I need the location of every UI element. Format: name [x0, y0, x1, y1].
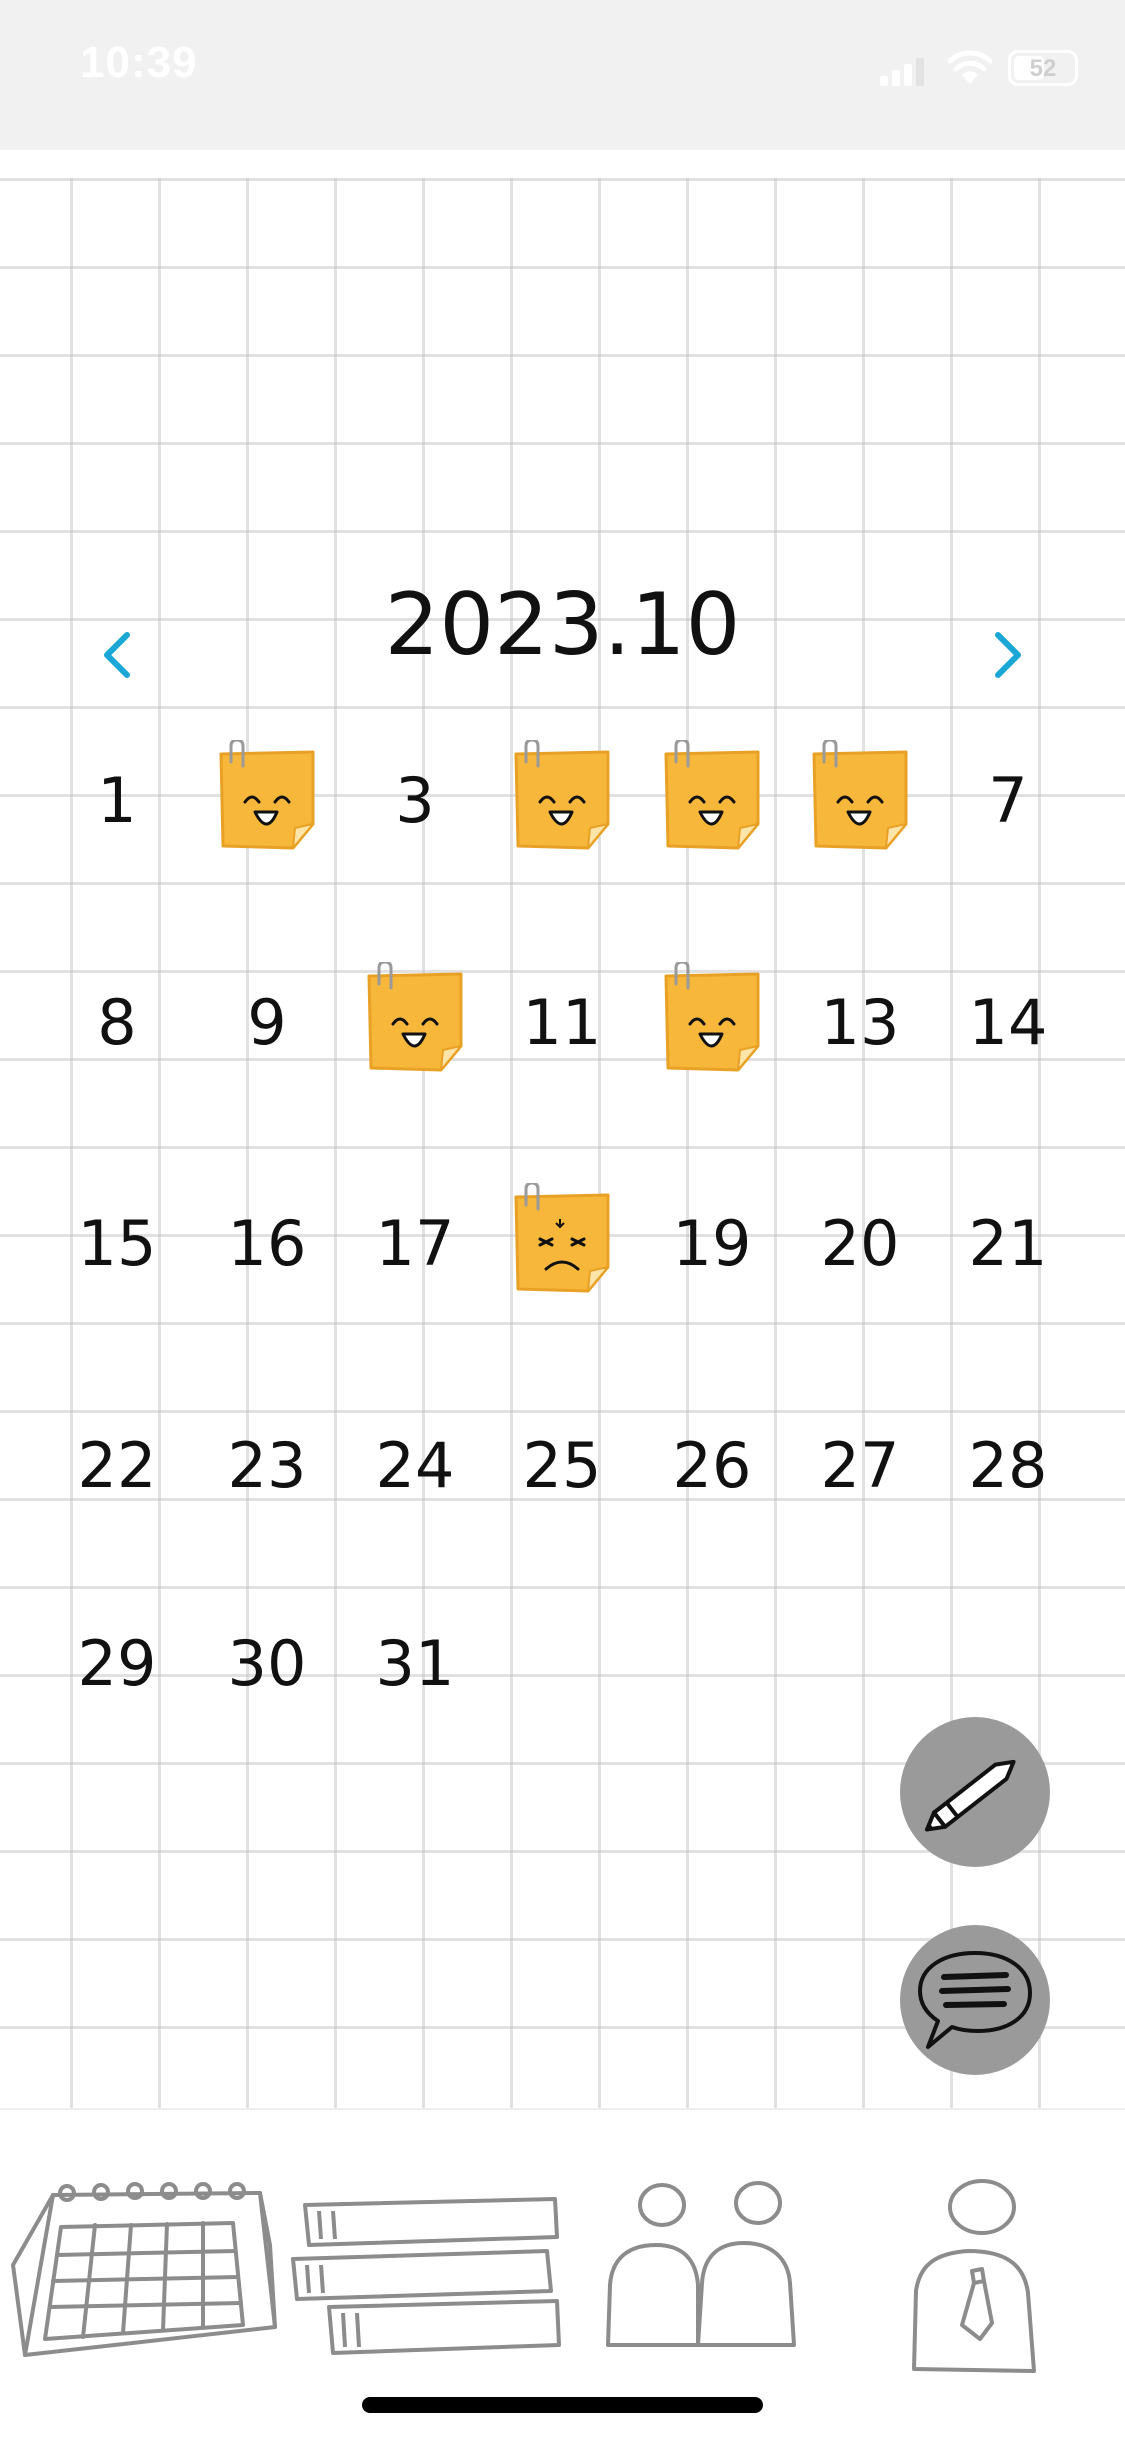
day-number: 28 — [968, 1428, 1048, 1502]
chat-button[interactable] — [900, 1925, 1050, 2075]
books-icon[interactable] — [285, 2175, 565, 2395]
signal-icon — [880, 58, 924, 86]
calendar-day[interactable]: 9 — [207, 962, 327, 1082]
home-indicator — [362, 2397, 763, 2413]
day-number: 24 — [375, 1428, 455, 1502]
calendar-day[interactable]: 21 — [948, 1183, 1068, 1303]
wifi-icon — [948, 50, 992, 84]
calendar-day[interactable]: 24 — [355, 1405, 475, 1525]
calendar-day[interactable] — [207, 740, 327, 860]
calendar-day[interactable] — [355, 962, 475, 1082]
speech-bubble-icon — [918, 1951, 1032, 2049]
calendar-day[interactable]: 1 — [57, 740, 177, 860]
calendar-day[interactable] — [652, 740, 772, 860]
month-title: 2023.10 — [384, 575, 741, 675]
day-number: 31 — [375, 1626, 455, 1700]
day-number: 20 — [820, 1206, 900, 1280]
calendar-day[interactable]: 27 — [800, 1405, 920, 1525]
calendar-day[interactable] — [800, 740, 920, 860]
calendar-day[interactable] — [502, 740, 622, 860]
calendar-icon[interactable] — [5, 2175, 280, 2395]
happy-mood-sticker-icon — [219, 740, 315, 850]
calendar-day[interactable]: 7 — [948, 740, 1068, 860]
day-number: 16 — [227, 1206, 307, 1280]
happy-mood-sticker-icon — [812, 740, 908, 850]
calendar-day[interactable]: 22 — [57, 1405, 177, 1525]
calendar-day[interactable]: 31 — [355, 1603, 475, 1723]
calendar-day[interactable]: 16 — [207, 1183, 327, 1303]
calendar-day[interactable]: 20 — [800, 1183, 920, 1303]
day-number: 3 — [395, 763, 435, 837]
calendar-day[interactable] — [502, 1183, 622, 1303]
day-number: 30 — [227, 1626, 307, 1700]
day-number: 15 — [77, 1206, 157, 1280]
happy-mood-sticker-icon — [664, 962, 760, 1072]
angry-mood-sticker-icon — [514, 1183, 610, 1293]
write-entry-button[interactable] — [900, 1717, 1050, 1867]
calendar-day[interactable]: 8 — [57, 962, 177, 1082]
day-number: 22 — [77, 1428, 157, 1502]
day-number: 29 — [77, 1626, 157, 1700]
day-number: 21 — [968, 1206, 1048, 1280]
day-number: 17 — [375, 1206, 455, 1280]
day-number: 7 — [988, 763, 1028, 837]
happy-mood-sticker-icon — [514, 740, 610, 850]
calendar-day[interactable]: 26 — [652, 1405, 772, 1525]
calendar-day[interactable]: 23 — [207, 1405, 327, 1525]
calendar-day[interactable]: 14 — [948, 962, 1068, 1082]
battery-text: 52 — [1029, 55, 1057, 82]
calendar-day[interactable] — [652, 962, 772, 1082]
people-icon[interactable] — [600, 2175, 800, 2395]
day-number: 27 — [820, 1428, 900, 1502]
chevron-right-icon[interactable] — [978, 625, 1038, 685]
happy-mood-sticker-icon — [664, 740, 760, 850]
calendar-day[interactable]: 30 — [207, 1603, 327, 1723]
calendar-day[interactable]: 25 — [502, 1405, 622, 1525]
day-number: 13 — [820, 985, 900, 1059]
pencil-icon — [924, 1759, 1016, 1832]
happy-mood-sticker-icon — [367, 962, 463, 1072]
day-number: 23 — [227, 1428, 307, 1502]
calendar-day[interactable]: 29 — [57, 1603, 177, 1723]
status-bar: 10:39 52 — [0, 0, 1125, 150]
day-number: 14 — [968, 985, 1048, 1059]
day-number: 26 — [672, 1428, 752, 1502]
chevron-left-icon[interactable] — [87, 625, 147, 685]
calendar-day[interactable]: 17 — [355, 1183, 475, 1303]
calendar-day[interactable]: 13 — [800, 962, 920, 1082]
calendar-day[interactable]: 19 — [652, 1183, 772, 1303]
day-number: 9 — [247, 985, 287, 1059]
calendar-day[interactable]: 11 — [502, 962, 622, 1082]
calendar-day[interactable]: 3 — [355, 740, 475, 860]
calendar-day[interactable]: 28 — [948, 1405, 1068, 1525]
day-number: 25 — [522, 1428, 602, 1502]
calendar-day[interactable]: 15 — [57, 1183, 177, 1303]
day-number: 19 — [672, 1206, 752, 1280]
day-number: 1 — [97, 763, 137, 837]
day-number: 11 — [522, 985, 602, 1059]
profile-icon[interactable] — [900, 2175, 1040, 2395]
status-time: 10:39 — [80, 38, 198, 87]
day-number: 8 — [97, 985, 137, 1059]
battery-icon: 52 — [1008, 50, 1078, 86]
